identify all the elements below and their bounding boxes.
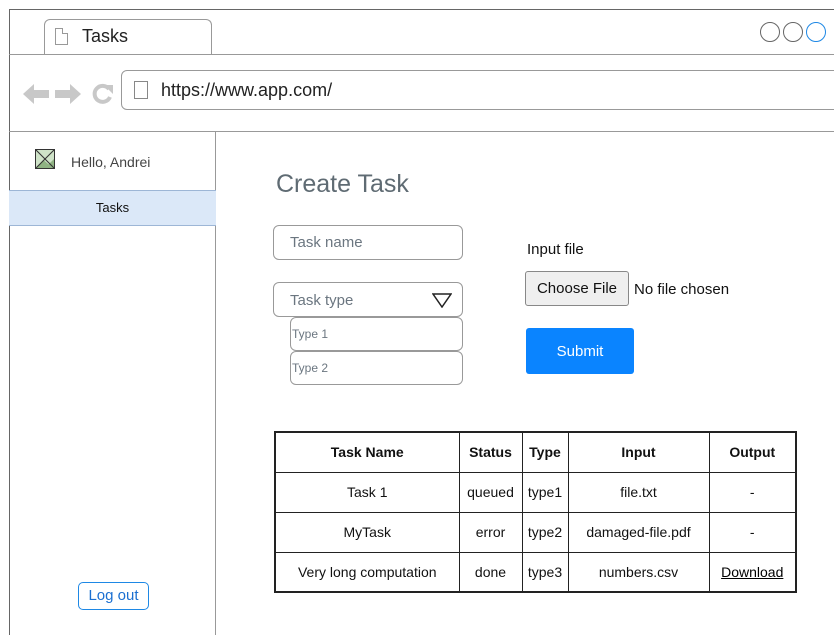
download-link[interactable]: Download [721,564,783,580]
column-header: Status [458,431,523,473]
status-cell: queued [458,471,523,513]
url-text[interactable]: https://www.app.com/ [161,80,332,101]
tasks-table: Task Name Status Type Input Output Task … [274,431,797,593]
user-greeting: Hello, Andrei [71,154,151,170]
column-header: Input [567,431,710,473]
sidebar: Hello, Andrei Tasks Log out [9,132,216,635]
window-close-button[interactable] [806,22,826,42]
browser-tab[interactable]: Tasks [44,19,212,55]
choose-file-button[interactable]: Choose File [525,271,629,306]
input-cell: numbers.csv [567,551,710,593]
task-name-cell: Task 1 [274,471,460,513]
table-row: Task 1 queued type1 file.txt - [274,471,797,513]
table-row: Very long computation done type3 numbers… [274,551,797,593]
column-header: Task Name [274,431,460,473]
table-row: MyTask error type2 damaged-file.pdf - [274,511,797,553]
output-cell: - [708,511,797,553]
output-cell: Download [708,551,797,593]
file-status-text: No file chosen [634,281,730,298]
input-cell: file.txt [567,471,710,513]
avatar-image-icon [35,149,55,169]
task-name-cell: MyTask [274,511,460,553]
type-cell: type2 [521,511,569,553]
column-header: Type [521,431,569,473]
input-cell: damaged-file.pdf [567,511,710,553]
back-arrow-icon[interactable] [23,84,49,104]
window-maximize-button[interactable] [783,22,803,42]
submit-button[interactable]: Submit [526,328,634,374]
page-icon [55,28,68,45]
option-label: Type 2 [292,361,329,375]
task-name-placeholder: Task name [290,234,363,251]
tabbar-divider [9,54,834,55]
sidebar-item-tasks[interactable]: Tasks [9,190,216,226]
window-minimize-button[interactable] [760,22,780,42]
task-type-placeholder: Task type [290,292,354,309]
page-title: Create Task [276,170,409,198]
address-bar[interactable]: https://www.app.com/ [121,70,834,110]
task-type-option[interactable]: Type 1 [290,317,463,351]
task-type-option[interactable]: Type 2 [290,351,463,385]
input-file-label: Input file [527,241,584,258]
chevron-down-icon [432,293,452,308]
output-cell: - [708,471,797,513]
status-cell: done [458,551,523,593]
tab-title: Tasks [82,26,129,46]
page-icon [134,81,148,99]
option-label: Type 1 [292,327,329,341]
column-header: Output [708,431,797,473]
task-name-cell: Very long computation [274,551,460,593]
type-cell: type1 [521,471,569,513]
table-header-row: Task Name Status Type Input Output [274,431,797,473]
logout-button[interactable]: Log out [78,582,149,610]
status-cell: error [458,511,523,553]
task-name-input[interactable]: Task name [273,225,463,260]
type-cell: type3 [521,551,569,593]
forward-arrow-icon[interactable] [55,84,81,104]
task-type-select[interactable]: Task type [273,282,463,317]
reload-icon[interactable] [91,83,113,105]
